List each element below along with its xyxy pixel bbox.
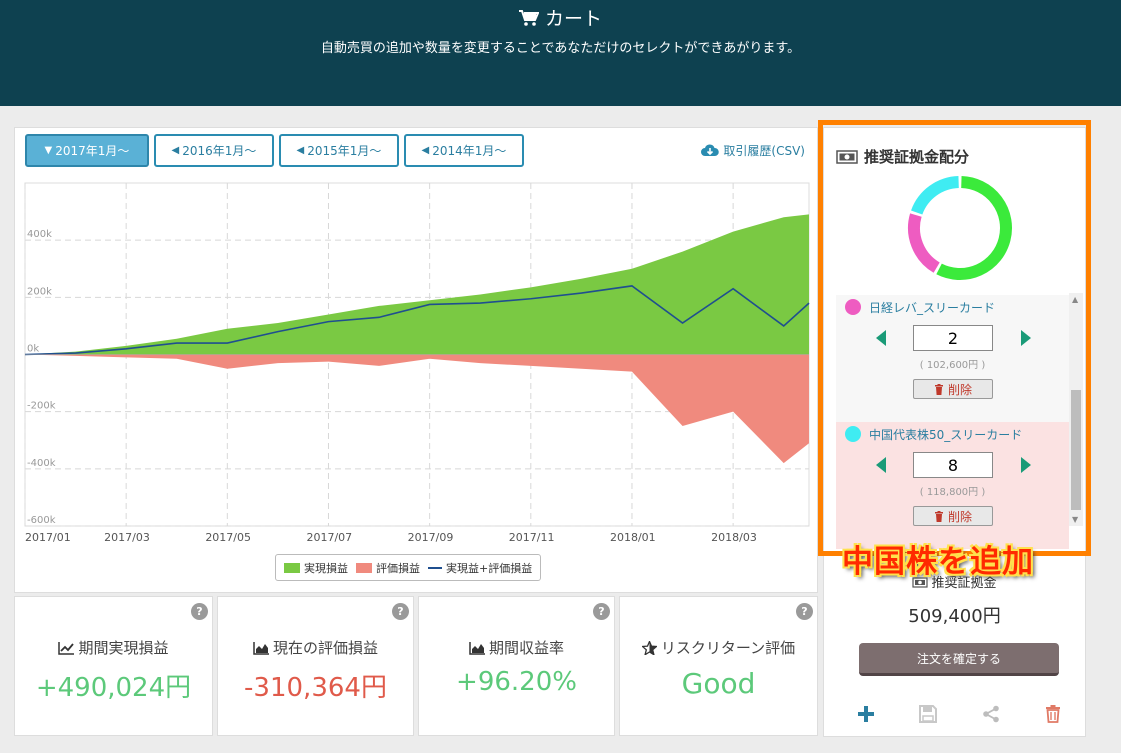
line-chart-icon (58, 642, 75, 655)
x-tick-label: 2017/09 (408, 531, 454, 544)
y-tick-label: -200k (27, 401, 56, 412)
stat-label: 期間実現損益 (15, 637, 212, 658)
x-tick-label: 2017/05 (205, 531, 251, 544)
legend-item-total[interactable]: 実現益+評価損益 (428, 560, 532, 576)
chart-panel: ▼ 2017年1月～ ◀ 2016年1月～ ◀ 2015年1月～ ◀ 2014年1月～ … (14, 127, 818, 593)
clear-cart-button[interactable] (1041, 702, 1065, 726)
save-icon (919, 705, 937, 723)
x-tick-label: 2017/11 (509, 531, 555, 544)
stat-label-text: 現在の評価損益 (272, 639, 378, 657)
legend-item-realized[interactable]: 実現損益 (284, 560, 348, 576)
help-icon[interactable]: ? (593, 603, 610, 620)
stat-label: リスクリターン評価 (620, 637, 817, 658)
stat-value: +490,024円 (35, 673, 192, 703)
chart-legend: 実現損益 評価損益 実現益+評価損益 (275, 554, 542, 581)
pnl-chart: 400k 200k 0k -200k -400k -600k 2017/01 2017/03 2… (24, 182, 810, 544)
share-icon (983, 705, 999, 723)
x-tick-label: 2017/07 (306, 531, 352, 544)
page-title: カート (0, 4, 1121, 31)
star-icon (640, 639, 658, 657)
legend-label: 実現損益 (304, 561, 348, 575)
help-icon[interactable]: ? (191, 603, 208, 620)
add-button[interactable] (854, 702, 878, 726)
legend-label: 評価損益 (376, 561, 420, 575)
highlight-frame (818, 120, 1091, 556)
cart-icon (518, 10, 540, 26)
stat-label-text: 期間収益率 (488, 639, 564, 657)
stat-label: 期間収益率 (419, 637, 614, 658)
page-header: カート 自動売買の追加や数量を変更することであなただけのセレクトができあがります… (0, 0, 1121, 106)
page-subtitle: 自動売買の追加や数量を変更することであなただけのセレクトができあがります。 (320, 41, 801, 56)
confirm-label: 注文を確定する (916, 651, 1001, 666)
legend-item-unrealized[interactable]: 評価損益 (356, 560, 420, 576)
area-chart-icon (469, 642, 485, 655)
stat-label-text: リスクリターン評価 (660, 639, 796, 657)
legend-swatch (284, 562, 300, 573)
stat-risk-return: ? リスクリターン評価 Good (619, 596, 818, 736)
plus-icon (858, 706, 874, 722)
margin-value: 509,400円 (908, 606, 1001, 627)
stat-label-text: 期間実現損益 (78, 639, 169, 657)
page-title-text: カート (544, 8, 602, 30)
stat-unrealized-pnl: ? 現在の評価損益 -310,364円 (217, 596, 414, 736)
x-tick-label: 2017/01 (25, 531, 71, 544)
confirm-order-button[interactable]: 注文を確定する (859, 643, 1059, 676)
x-tick-label: 2018/03 (711, 531, 757, 544)
y-tick-label: 400k (27, 229, 52, 240)
save-button[interactable] (916, 702, 940, 726)
share-button[interactable] (979, 702, 1003, 726)
stat-realized-pnl: ? 期間実現損益 +490,024円 (14, 596, 213, 736)
area-chart-icon (253, 642, 269, 655)
y-tick-label: -600k (27, 515, 56, 526)
legend-line (428, 566, 442, 569)
x-tick-label: 2018/01 (610, 531, 656, 544)
stat-label: 現在の評価損益 (218, 637, 413, 658)
stat-return-rate: ? 期間収益率 +96.20% (418, 596, 615, 736)
y-tick-label: 0k (27, 344, 39, 355)
stat-value: +96.20% (456, 667, 577, 697)
legend-swatch (356, 562, 372, 573)
y-tick-label: -400k (27, 458, 56, 469)
stat-value: Good (681, 667, 756, 700)
help-icon[interactable]: ? (796, 603, 813, 620)
stat-value: -310,364円 (244, 673, 387, 703)
trash-icon (1046, 705, 1060, 723)
legend-label: 実現益+評価損益 (446, 561, 533, 575)
help-icon[interactable]: ? (392, 603, 409, 620)
x-tick-label: 2017/03 (104, 531, 150, 544)
y-tick-label: 200k (27, 286, 52, 297)
annotation-callout: 中国株を追加 (842, 544, 1034, 580)
